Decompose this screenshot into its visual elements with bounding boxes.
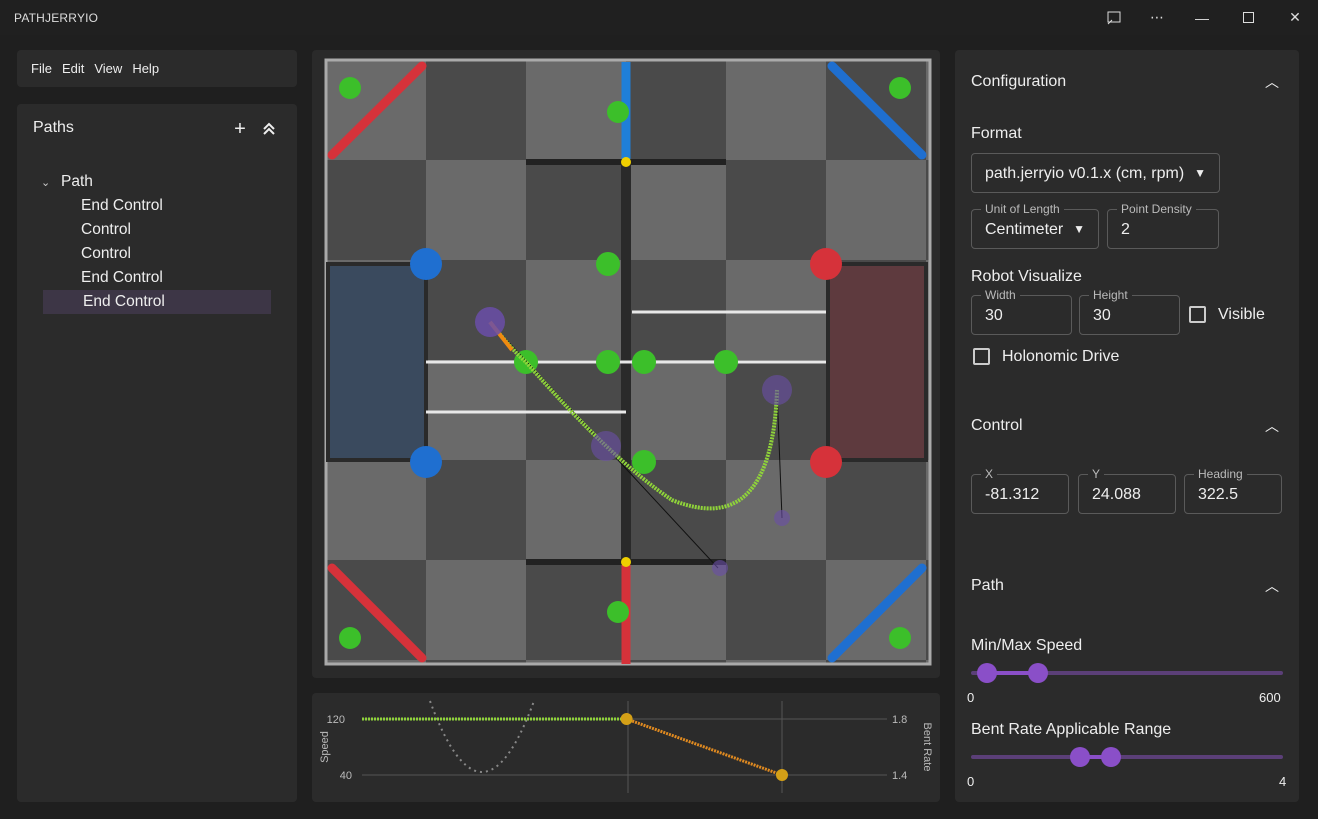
width-field[interactable]: Width 30 [971,288,1072,335]
speed-keyframe-point [776,769,788,781]
density-label: Point Density [1117,202,1196,216]
holonomic-label: Holonomic Drive [1002,348,1120,365]
speed-label: Min/Max Speed [971,637,1083,654]
y-axis-label-left: Speed [319,731,331,763]
speed-min-thumb[interactable] [976,663,997,683]
density-value: 2 [1121,221,1130,238]
visible-label: Visible [1218,306,1265,323]
cast-icon[interactable] [1091,0,1137,35]
title-bar: PATHJERRYIO ⋯ — ✕ [0,0,1318,35]
collapse-all-icon[interactable] [258,118,280,140]
bent-max-thumb[interactable] [1101,747,1122,767]
tree-item-selected[interactable]: End Control [43,290,271,314]
bent-max-label: 4 [1279,774,1287,789]
x-value: -81.312 [985,486,1040,503]
height-label: Height [1089,288,1132,302]
y-field[interactable]: Y 24.088 [1078,467,1176,514]
bent-slider-track[interactable] [971,755,1283,759]
y-tick-right: 1.8 [892,714,907,726]
chevron-down-icon[interactable]: ⌄ [41,176,61,189]
y-label: Y [1088,467,1105,481]
chevron-up-icon[interactable]: ︿ [1265,416,1279,436]
config-panel: Configuration ︿ Format path.jerryio v0.1… [955,50,1299,802]
y-tick-left: 120 [327,714,345,726]
y-tick-right: 1.4 [892,770,907,782]
dropdown-arrow-icon: ▼ [1194,166,1206,180]
control-title: Control [971,417,1023,434]
width-value: 30 [985,307,1003,324]
tree-item[interactable]: Control [41,242,281,266]
speed-min-label: 0 [967,690,975,705]
speed-max-label: 600 [1259,690,1281,705]
menu-bar: File Edit View Help [17,50,297,87]
path-section-title: Path [971,577,1004,594]
unit-label: Unit of Length [981,202,1064,216]
tree-item[interactable]: End Control [41,266,281,290]
height-value: 30 [1093,307,1111,324]
tree-item-label: Control [81,245,131,262]
robot-label: Robot Visualize [971,268,1082,285]
field-image[interactable] [312,50,940,678]
paths-panel: Paths + ⌄ Path End Control Control Contr… [17,104,297,802]
menu-file[interactable]: File [31,61,52,76]
speed-max-thumb[interactable] [1027,663,1048,683]
dropdown-arrow-icon: ▼ [1073,222,1085,236]
maximize-icon[interactable] [1225,0,1271,35]
speed-chart: 120 40 1.8 1.4 Speed Bent Rate [312,693,940,802]
chevron-up-icon[interactable]: ︿ [1265,576,1279,596]
y-axis-label-right: Bent Rate [921,723,933,772]
format-label: Format [971,125,1022,142]
heading-label: Heading [1194,467,1247,481]
holonomic-checkbox[interactable] [973,348,990,365]
tree-item-label: Control [81,221,131,238]
bent-min-label: 0 [967,774,975,789]
field-canvas[interactable] [312,50,940,678]
x-label: X [981,467,998,481]
menu-edit[interactable]: Edit [62,61,84,76]
close-icon[interactable]: ✕ [1272,0,1318,35]
tree-item[interactable]: End Control [41,194,281,218]
config-title: Configuration [971,73,1067,90]
menu-view[interactable]: View [94,61,122,76]
height-field[interactable]: Height 30 [1079,288,1180,335]
tree-path[interactable]: ⌄ Path [41,170,281,194]
speed-line-segment [626,717,783,777]
tree-item-label: End Control [81,197,163,214]
path-tree: ⌄ Path End Control Control Control End C… [41,170,281,314]
width-label: Width [981,288,1020,302]
bent-min-thumb[interactable] [1070,747,1091,767]
speed-graph: 120 40 1.8 1.4 Speed Bent Rate [319,700,933,793]
add-path-icon[interactable]: + [229,118,251,140]
minimize-icon[interactable]: — [1179,0,1225,35]
format-value: path.jerryio v0.1.x (cm, rpm) [985,165,1185,182]
more-icon[interactable]: ⋯ [1134,0,1180,35]
heading-value: 322.5 [1198,486,1239,503]
format-select[interactable]: path.jerryio v0.1.x (cm, rpm) ▼ [971,153,1220,193]
tree-item-label: End Control [81,269,163,286]
app-title: PATHJERRYIO [14,11,99,25]
unit-value: Centimeter [985,221,1064,238]
y-value: 24.088 [1092,486,1141,503]
speed-keyframe-point [620,713,633,725]
bent-label: Bent Rate Applicable Range [971,721,1172,738]
visible-checkbox[interactable] [1189,306,1206,323]
chevron-up-icon[interactable]: ︿ [1265,72,1279,92]
paths-title: Paths [33,119,74,136]
tree-item[interactable]: Control [41,218,281,242]
heading-field[interactable]: Heading 322.5 [1184,467,1282,514]
tree-item-label: End Control [83,293,165,310]
menu-help[interactable]: Help [132,61,159,76]
x-field[interactable]: X -81.312 [971,467,1069,514]
y-tick-left: 40 [340,770,352,782]
tree-path-label: Path [61,173,93,190]
density-field[interactable]: Point Density 2 [1107,202,1219,249]
unit-select[interactable]: Unit of Length Centimeter ▼ [971,202,1099,249]
